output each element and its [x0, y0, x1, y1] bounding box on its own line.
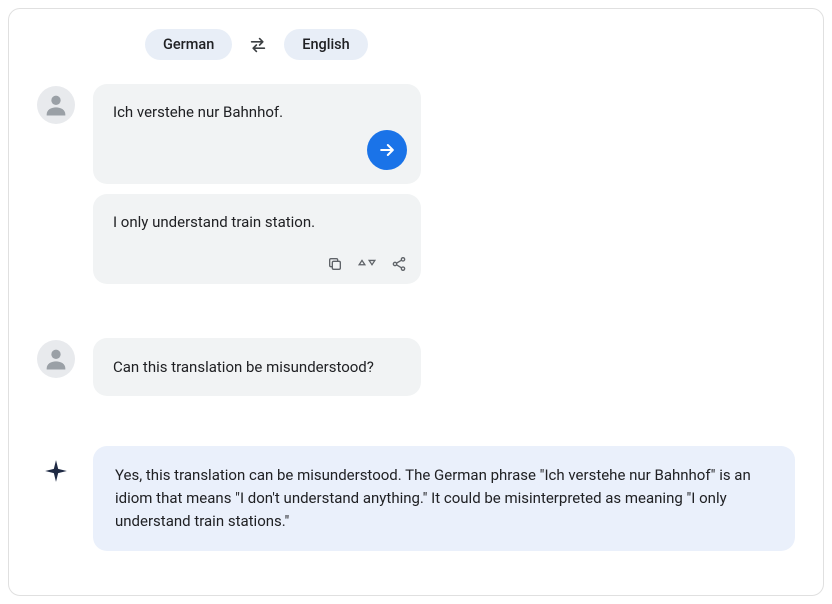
user-avatar — [37, 340, 75, 378]
ai-response-bubble: Yes, this translation can be misundersto… — [93, 446, 795, 552]
language-bar: German English — [145, 29, 795, 60]
source-text-bubble: Ich verstehe nur Bahnhof. — [93, 84, 421, 184]
feedback-icon[interactable] — [357, 257, 377, 271]
ai-response-text: Yes, this translation can be misundersto… — [115, 466, 751, 531]
swap-languages-icon[interactable] — [246, 33, 270, 57]
user-avatar — [37, 86, 75, 124]
source-language-chip[interactable]: German — [145, 29, 232, 60]
translation-text: I only understand train station. — [113, 213, 315, 231]
translation-bubble: I only understand train station. — [93, 194, 421, 284]
translate-chat-panel: German English Ich verstehe nur Bahnhof. — [8, 8, 824, 596]
translation-actions — [327, 256, 407, 272]
copy-icon[interactable] — [327, 256, 343, 272]
user-question-text: Can this translation be misunderstood? — [113, 358, 374, 376]
share-icon[interactable] — [391, 256, 407, 272]
user-question-bubble: Can this translation be misunderstood? — [93, 338, 421, 396]
ai-response-row: Yes, this translation can be misundersto… — [37, 446, 795, 552]
translate-submit-button[interactable] — [367, 130, 407, 170]
translation-row: Ich verstehe nur Bahnhof. I only underst… — [37, 84, 795, 284]
target-language-chip[interactable]: English — [284, 29, 367, 60]
source-text: Ich verstehe nur Bahnhof. — [113, 103, 283, 121]
sparkle-icon — [37, 452, 75, 490]
question-row: Can this translation be misunderstood? — [37, 338, 795, 396]
translation-bubbles: Ich verstehe nur Bahnhof. I only underst… — [93, 84, 421, 284]
